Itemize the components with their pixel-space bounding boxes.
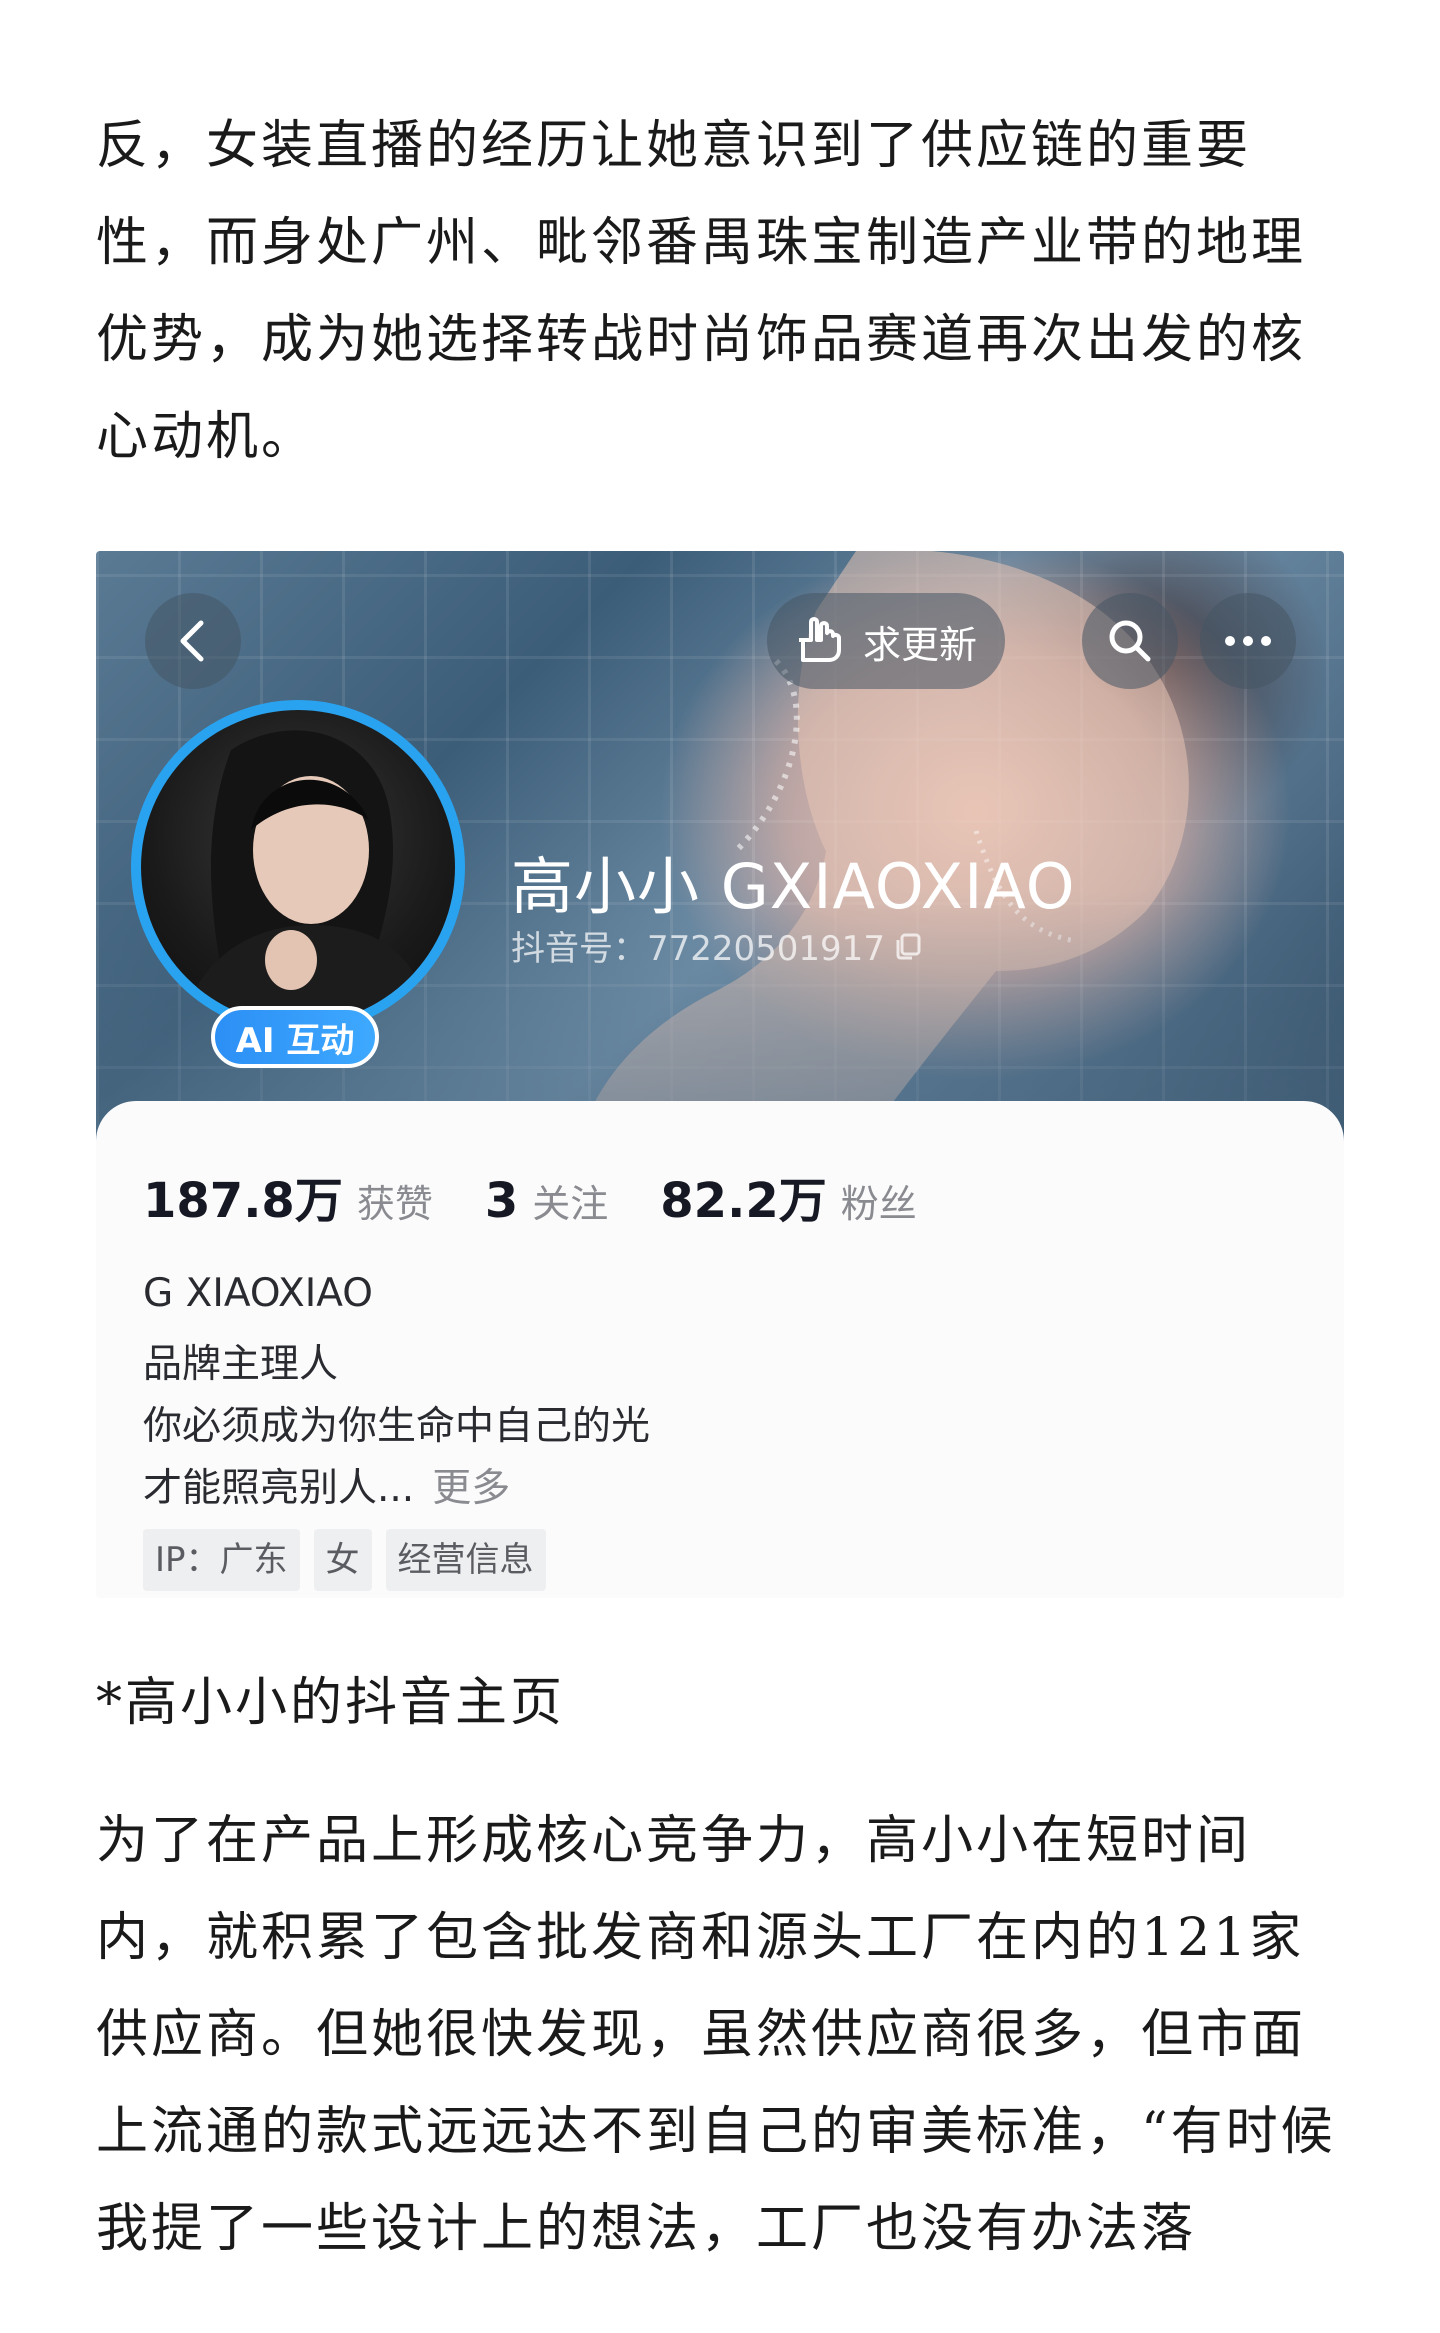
douyin-id-text: 抖音号：77220501917 <box>511 929 885 969</box>
article-paragraph: 反，女装直播的经历让她意识到了供应链的重要性，而身处广州、毗邻番禺珠宝制造产业带… <box>96 116 1307 467</box>
bio-name: G XIAOXIAO <box>143 1271 373 1316</box>
douyin-profile-screenshot: 求更新 AI 互动 高小小 GXIAOXIAO 抖音号：77220501917 <box>96 551 1344 1598</box>
avatar[interactable] <box>141 710 455 1024</box>
ai-interaction-badge[interactable]: AI 互动 <box>211 1006 379 1068</box>
bio-line: 才能照亮别人... 更多 <box>143 1457 510 1513</box>
bio-line: 品牌主理人 <box>143 1342 339 1387</box>
douyin-id: 抖音号：77220501917 <box>511 921 923 970</box>
search-button[interactable] <box>1082 593 1178 689</box>
following-count[interactable]: 3 <box>485 1173 518 1229</box>
following-label[interactable]: 关注 <box>532 1173 608 1228</box>
followers-count[interactable]: 82.2万 <box>660 1161 826 1231</box>
followers-label[interactable]: 粉丝 <box>841 1173 917 1228</box>
tag-gender: 女 <box>313 1529 372 1591</box>
request-update-label: 求更新 <box>863 622 978 667</box>
tag-ip-location: IP：广东 <box>143 1529 300 1591</box>
back-button[interactable] <box>145 593 241 689</box>
tag-business-info[interactable]: 经营信息 <box>385 1529 546 1591</box>
likes-count: 187.8万 <box>143 1173 343 1229</box>
likes-label: 获赞 <box>356 1182 433 1226</box>
bio-line-text: 才能照亮别人... <box>143 1466 415 1511</box>
profile-info-panel: 187.8万 获赞 3 关注 82.2万 粉丝 G XIAOXIAO 品牌主理人… <box>96 1101 1344 1598</box>
bio-line: 你必须成为你生命中自己的光 <box>143 1404 651 1449</box>
avatar-portrait <box>181 730 431 1024</box>
bio-more-link[interactable]: 更多 <box>432 1466 510 1511</box>
more-button[interactable] <box>1200 593 1296 689</box>
article-paragraph: 为了在产品上形成核心竞争力，高小小在短时间内，就积累了包含批发商和源头工厂在内的… <box>96 1811 1336 2259</box>
search-icon <box>1109 620 1151 662</box>
image-caption: *高小小的抖音主页 <box>96 1673 566 1733</box>
display-name: 高小小 GXIAOXIAO <box>511 850 1076 923</box>
profile-tags: IP：广东 女 经营信息 <box>143 1529 546 1591</box>
request-update-button[interactable]: 求更新 <box>767 593 1005 689</box>
chevron-left-icon <box>180 620 204 662</box>
more-icon <box>1225 636 1271 646</box>
copy-icon[interactable] <box>893 931 923 961</box>
avatar-ring[interactable] <box>131 700 465 1034</box>
hand-icon <box>799 617 841 662</box>
profile-stats: 187.8万 获赞 3 关注 82.2万 粉丝 <box>143 1161 969 1231</box>
